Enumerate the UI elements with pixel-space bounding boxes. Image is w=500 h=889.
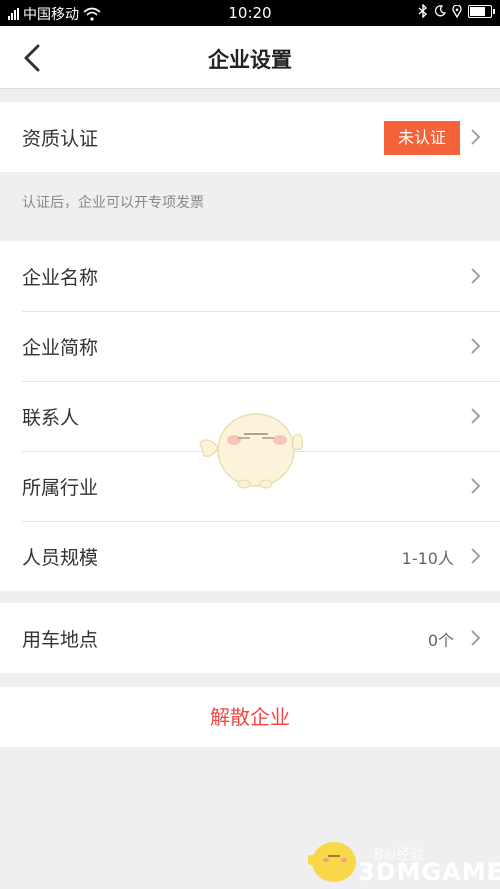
- row-company-short-name[interactable]: 企业简称: [0, 311, 500, 381]
- row-staff-size[interactable]: 人员规模 1-10人: [0, 521, 500, 591]
- location-card: 用车地点 0个: [0, 603, 500, 673]
- row-location[interactable]: 用车地点 0个: [0, 603, 500, 673]
- status-badge: 未认证: [383, 121, 460, 155]
- mascot-small-icon: [308, 842, 356, 882]
- row-qualification[interactable]: 资质认证 未认证: [0, 102, 500, 172]
- battery-icon: [468, 4, 495, 18]
- status-bar: 中国移动 10:20: [0, 0, 500, 26]
- watermark-text: 3DMGAME: [358, 858, 500, 886]
- row-company-name[interactable]: 企业名称: [0, 241, 500, 311]
- contact-label: 联系人: [22, 407, 80, 429]
- company-short-name-label: 企业简称: [22, 337, 99, 359]
- location-icon: [452, 4, 462, 18]
- industry-label: 所属行业: [22, 477, 99, 499]
- watermark-logo: Bai经验 3DMGAME: [300, 830, 500, 889]
- chevron-right-icon: [471, 268, 481, 284]
- location-value: 0个: [427, 631, 454, 650]
- chevron-right-icon: [471, 478, 481, 494]
- location-label: 用车地点: [22, 629, 99, 651]
- status-right: [418, 4, 495, 18]
- moon-icon: [434, 5, 446, 17]
- qualification-card: 资质认证 未认证: [0, 102, 500, 172]
- page-title: 企业设置: [208, 48, 292, 72]
- company-name-label: 企业名称: [22, 267, 99, 289]
- certification-hint: 认证后，企业可以开专项发票: [22, 195, 204, 211]
- mascot-watermark-icon: [199, 413, 303, 489]
- bluetooth-icon: [418, 4, 428, 18]
- qualification-label: 资质认证: [22, 128, 99, 150]
- chevron-right-icon: [471, 129, 481, 145]
- staff-size-value: 1-10人: [401, 549, 454, 568]
- chevron-right-icon: [471, 548, 481, 564]
- chevron-right-icon: [471, 408, 481, 424]
- dissolve-company-button[interactable]: 解散企业: [0, 687, 500, 747]
- staff-size-label: 人员规模: [22, 547, 99, 569]
- chevron-right-icon: [471, 630, 481, 646]
- nav-bar: 企业设置: [0, 26, 500, 89]
- chevron-right-icon: [471, 338, 481, 354]
